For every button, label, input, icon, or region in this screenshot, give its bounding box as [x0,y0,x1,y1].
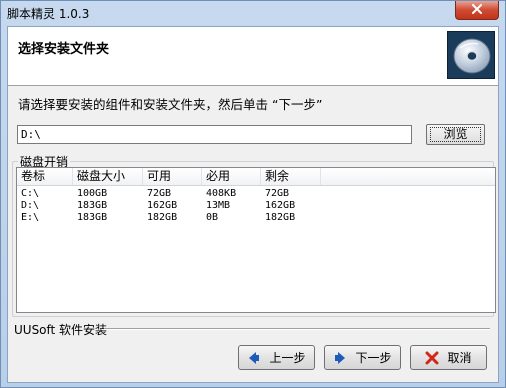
cell-disk-size: 183GB [77,212,108,223]
column-header-remaining[interactable]: 剩余 [261,168,321,185]
close-button[interactable] [455,1,499,20]
arrow-right-icon [333,351,347,365]
cell-remaining: 72GB [265,188,290,199]
cell-volume: C:\ [21,188,40,199]
cell-available: 162GB [147,200,178,211]
header-banner: 选择安装文件夹 [8,27,498,86]
back-button[interactable]: 上一步 [238,345,315,370]
cell-available: 182GB [147,212,178,223]
dialog-client-area: 选择安装文件夹 请选择要安装的组件和安装文件夹，然后单击 “下一步” D:\ 浏… [7,26,499,383]
cell-required: 408KB [206,188,237,199]
next-label: 下一步 [355,351,392,365]
back-label: 上一步 [269,351,306,365]
disk-usage-list[interactable]: 卷标 磁盘大小 可用 必用 剩余 C:\ 100GB 72GB 408KB 72… [16,167,496,313]
cancel-button[interactable]: 取消 [410,345,487,370]
table-row[interactable]: C:\ 100GB 72GB 408KB 72GB [17,188,495,200]
instruction-text: 请选择要安装的组件和安装文件夹，然后单击 “下一步” [18,97,323,112]
cell-volume: D:\ [21,200,40,211]
cell-volume: E:\ [21,212,40,223]
column-header-disk-size[interactable]: 磁盘大小 [73,168,143,185]
footer-divider [104,328,490,330]
red-x-icon [425,351,439,365]
close-icon [471,3,483,17]
list-header: 卷标 磁盘大小 可用 必用 剩余 [17,168,495,186]
cell-remaining: 162GB [265,200,296,211]
cell-disk-size: 100GB [77,188,108,199]
browse-button[interactable]: 浏览 [426,124,485,145]
column-header-required[interactable]: 必用 [202,168,261,185]
title-bar[interactable]: 脚本精灵 1.0.3 [1,1,505,25]
cell-available: 72GB [147,188,172,199]
page-title: 选择安装文件夹 [18,42,110,57]
column-header-available[interactable]: 可用 [143,168,202,185]
cell-disk-size: 183GB [77,200,108,211]
cell-required: 13MB [206,200,231,211]
cd-disc-icon [447,31,495,79]
arrow-left-icon [247,351,261,365]
next-button[interactable]: 下一步 [324,345,401,370]
installer-window: 脚本精灵 1.0.3 选择安装文件夹 请选择要安装的组件和安装文件夹，然后单击 … [0,0,506,388]
install-path-input[interactable] [17,125,412,144]
cancel-label: 取消 [447,351,472,365]
table-row[interactable]: E:\ 183GB 182GB 0B 182GB [17,212,495,224]
cell-required: 0B [206,212,219,223]
window-title: 脚本精灵 1.0.3 [7,7,90,21]
column-header-volume[interactable]: 卷标 [17,168,73,185]
focus-rect [430,127,481,142]
table-row[interactable]: D:\ 183GB 162GB 13MB 162GB [17,200,495,212]
cell-remaining: 182GB [265,212,296,223]
brand-label: UUSoft 软件安装 [14,323,108,337]
